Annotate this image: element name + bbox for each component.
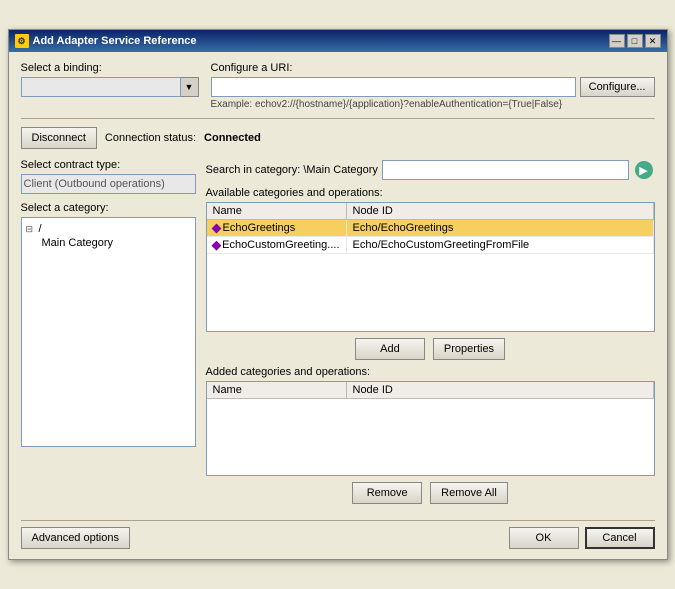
tree-root-label: / (39, 223, 42, 235)
status-prefix: Connection status: (105, 132, 196, 144)
titlebar: ⚙ Add Adapter Service Reference — □ ✕ (9, 30, 667, 52)
add-button[interactable]: Add (355, 338, 425, 360)
ok-button[interactable]: OK (509, 527, 579, 549)
available-col-name: Name (207, 203, 347, 219)
table-row[interactable]: EchoCustomGreeting.... Echo/EchoCustomGr… (207, 237, 654, 254)
available-label: Available categories and operations: (206, 187, 655, 199)
search-label: Search in category: \Main Category (206, 164, 378, 176)
cancel-button[interactable]: Cancel (585, 527, 655, 549)
window-title: Add Adapter Service Reference (33, 35, 197, 47)
titlebar-left: ⚙ Add Adapter Service Reference (15, 34, 197, 48)
window-icon: ⚙ (15, 34, 29, 48)
tree-root[interactable]: ⊟ / (26, 222, 191, 236)
remove-button[interactable]: Remove (352, 482, 422, 504)
close-button[interactable]: ✕ (645, 34, 661, 48)
added-col-name: Name (207, 382, 347, 398)
configure-button[interactable]: Configure... (580, 77, 655, 97)
available-table[interactable]: Name Node ID EchoGreetings Echo/EchoGree… (206, 202, 655, 332)
uri-group: Configure a URI: echov2://lobhostname/lo… (211, 62, 655, 110)
action-row: Add Properties (206, 338, 655, 360)
added-table[interactable]: Name Node ID (206, 381, 655, 476)
dialog-content: Select a binding: echoAdapterBindingV2 ▼… (9, 52, 667, 559)
category-label: Select a category: (21, 202, 196, 214)
connection-status: Connected (204, 132, 261, 144)
tree-main-category[interactable]: Main Category (26, 236, 191, 250)
tree-main-label: Main Category (42, 237, 114, 249)
binding-label: Select a binding: (21, 62, 199, 74)
category-tree[interactable]: ⊟ / Main Category (21, 217, 196, 447)
search-button[interactable]: ▶ (633, 159, 655, 181)
advanced-options-button[interactable]: Advanced options (21, 527, 130, 549)
row2-nodeid-cell: Echo/EchoCustomGreetingFromFile (347, 237, 654, 253)
operation-icon-1 (211, 223, 221, 233)
binding-select-wrapper: echoAdapterBindingV2 ▼ (21, 77, 199, 97)
operation-icon-2 (211, 240, 221, 250)
uri-row: echov2://lobhostname/lobapplication?enab… (211, 77, 655, 97)
available-table-header: Name Node ID (207, 203, 654, 220)
status-bar: Disconnect Connection status: Connected (21, 127, 655, 149)
contract-select[interactable]: Client (Outbound operations) Service (In… (21, 174, 196, 194)
properties-button[interactable]: Properties (433, 338, 505, 360)
disconnect-button[interactable]: Disconnect (21, 127, 97, 149)
row1-name: EchoGreetings (223, 222, 296, 234)
remove-all-button[interactable]: Remove All (430, 482, 508, 504)
available-col-nodeid: Node ID (347, 203, 654, 219)
search-input[interactable]: Greeting (382, 160, 629, 180)
uri-example: Example: echov2://{hostname}/{applicatio… (211, 99, 655, 110)
maximize-button[interactable]: □ (627, 34, 643, 48)
table-row[interactable]: EchoGreetings Echo/EchoGreetings (207, 220, 654, 237)
binding-dropdown-arrow[interactable]: ▼ (181, 77, 199, 97)
row1-nodeid-cell: Echo/EchoGreetings (347, 220, 654, 236)
contract-label: Select contract type: (21, 159, 196, 171)
main-grid: Select contract type: Client (Outbound o… (21, 159, 655, 510)
footer-bar: Advanced options OK Cancel (21, 520, 655, 549)
footer-right: OK Cancel (509, 527, 655, 549)
search-icon: ▶ (635, 161, 653, 179)
right-panel: Search in category: \Main Category Greet… (206, 159, 655, 510)
binding-group: Select a binding: echoAdapterBindingV2 ▼ (21, 62, 199, 97)
separator-1 (21, 118, 655, 119)
row2-name: EchoCustomGreeting.... (222, 239, 339, 251)
main-window: ⚙ Add Adapter Service Reference — □ ✕ Se… (8, 29, 668, 560)
uri-input[interactable]: echov2://lobhostname/lobapplication?enab… (211, 77, 576, 97)
titlebar-controls: — □ ✕ (609, 34, 661, 48)
row1-name-cell: EchoGreetings (207, 220, 347, 236)
uri-label: Configure a URI: (211, 62, 655, 74)
top-config-row: Select a binding: echoAdapterBindingV2 ▼… (21, 62, 655, 110)
binding-input: echoAdapterBindingV2 (21, 77, 181, 97)
remove-row: Remove Remove All (206, 482, 655, 504)
contract-select-wrapper: Client (Outbound operations) Service (In… (21, 174, 196, 194)
left-panel: Select contract type: Client (Outbound o… (21, 159, 196, 510)
search-row: Search in category: \Main Category Greet… (206, 159, 655, 181)
tree-toggle-root[interactable]: ⊟ (26, 224, 36, 235)
row2-name-cell: EchoCustomGreeting.... (207, 237, 347, 253)
added-table-header: Name Node ID (207, 382, 654, 399)
added-label: Added categories and operations: (206, 366, 655, 378)
row1-nodeid: Echo/EchoGreetings (353, 222, 454, 234)
minimize-button[interactable]: — (609, 34, 625, 48)
added-col-nodeid: Node ID (347, 382, 654, 398)
row2-nodeid: Echo/EchoCustomGreetingFromFile (353, 239, 530, 251)
